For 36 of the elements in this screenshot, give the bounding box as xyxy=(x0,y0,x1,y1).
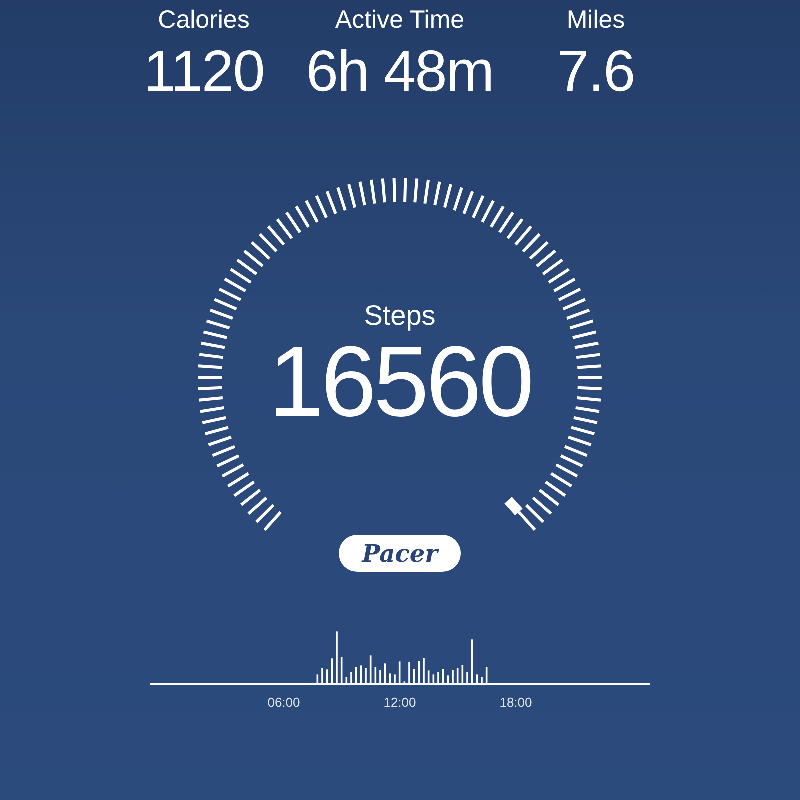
stat-value: 7.6 xyxy=(557,43,635,101)
time-label: 06:00 xyxy=(268,694,300,712)
activity-bar xyxy=(384,664,386,684)
activity-bar xyxy=(476,674,478,684)
time-label: 18:00 xyxy=(500,694,532,712)
activity-bar xyxy=(398,662,401,684)
activity-bar xyxy=(370,656,372,684)
activity-bar xyxy=(331,658,334,684)
activity-bar xyxy=(389,674,392,684)
activity-bar xyxy=(355,667,358,684)
activity-bar xyxy=(374,667,377,684)
stat-label: Calories xyxy=(158,8,250,33)
logo: Pacer xyxy=(339,535,461,572)
activity-bar xyxy=(462,665,464,684)
activity-bar xyxy=(471,640,474,684)
time-label: 12:00 xyxy=(384,694,416,712)
activity-bar xyxy=(340,657,343,684)
stat-label: Active Time xyxy=(335,8,465,33)
steps-label: Steps xyxy=(364,299,436,333)
stat-value: 6h 48m xyxy=(306,43,494,101)
activity-bar xyxy=(360,666,362,684)
activity-bar xyxy=(413,669,416,684)
stat-label: Miles xyxy=(566,8,626,33)
activity-bar xyxy=(442,669,444,684)
activity-bar xyxy=(456,668,459,684)
steps-value: 16560 xyxy=(268,332,532,432)
activity-bar xyxy=(404,682,406,684)
stat-value: 1120 xyxy=(144,43,264,101)
activity-bar xyxy=(486,667,488,684)
activity-bar xyxy=(346,677,348,684)
activity-bar xyxy=(428,670,430,684)
activity-bar xyxy=(418,661,420,684)
activity-bar xyxy=(447,676,450,684)
activity-bar xyxy=(326,670,328,684)
activity-bar xyxy=(316,674,319,684)
activity-bar xyxy=(432,674,435,684)
